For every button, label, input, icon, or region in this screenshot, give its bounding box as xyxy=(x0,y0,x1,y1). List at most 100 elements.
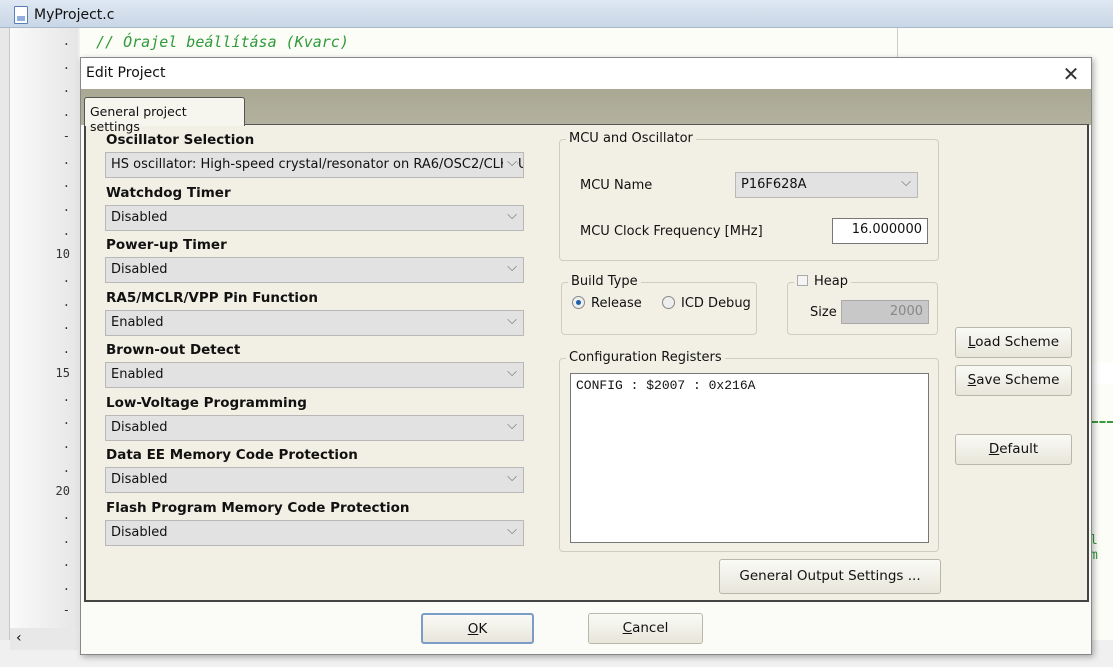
line-gutter: .... -.... 10.... 15.... 20.... - xyxy=(10,28,78,640)
field-select[interactable]: HS oscillator: High-speed crystal/resona… xyxy=(105,152,524,178)
field-label: Flash Program Memory Code Protection xyxy=(106,499,410,516)
line-number: . xyxy=(62,176,70,191)
scroll-left-icon[interactable]: ‹ xyxy=(16,630,22,646)
checkbox-icon xyxy=(797,275,808,286)
icd-debug-label: ICD Debug xyxy=(681,296,751,311)
label: K xyxy=(478,621,488,637)
code-fragment: l m xyxy=(1090,533,1098,563)
mnemonic: D xyxy=(988,441,1000,457)
line-number: . xyxy=(62,271,70,285)
label: ancel xyxy=(632,620,669,636)
field-label: Power-up Timer xyxy=(106,237,227,253)
line-number: 20 xyxy=(55,484,70,499)
chevron-down-icon: ⌵ xyxy=(897,175,911,190)
radio-selected-icon xyxy=(572,296,585,309)
mnemonic: C xyxy=(622,620,633,636)
line-number: . xyxy=(62,199,70,214)
mcu-name-label: MCU Name xyxy=(580,178,653,193)
current-line-highlight xyxy=(1092,362,1113,384)
line-number: 10 xyxy=(55,247,70,262)
field-select[interactable]: Disabled ⌵ xyxy=(105,519,524,546)
cancel-button[interactable]: Cancel xyxy=(588,613,703,644)
line-number: . xyxy=(62,460,70,475)
mcu-frequency-input[interactable]: 16.000000 xyxy=(832,218,928,244)
heap-size-input[interactable]: 2000 xyxy=(841,300,929,324)
group-title: Build Type xyxy=(568,274,641,289)
left-edge xyxy=(0,28,10,640)
code-comment: // Órajel beállítása (Kvarc) xyxy=(96,33,349,51)
field-value: Enabled xyxy=(111,314,164,330)
label: efault xyxy=(999,441,1039,457)
chevron-down-icon: ⌵ xyxy=(503,155,517,170)
build-type-group: Build Type Release ICD Debug xyxy=(561,274,757,335)
icd-debug-radio[interactable]: ICD Debug xyxy=(662,296,751,311)
label: ave Scheme xyxy=(976,372,1060,388)
field-value: HS oscillator: High-speed crystal/resona… xyxy=(111,157,524,172)
line-number: . xyxy=(62,436,70,451)
chevron-down-icon: ⌵ xyxy=(503,522,517,538)
ok-button[interactable]: OK xyxy=(421,613,534,644)
field-value: Disabled xyxy=(111,209,168,225)
field-value: Disabled xyxy=(111,524,168,540)
load-scheme-button[interactable]: Load Scheme xyxy=(955,327,1072,358)
settings-panel: Oscillator Selection HS oscillator: High-… xyxy=(84,124,1089,602)
line-number: . xyxy=(62,579,70,594)
close-icon[interactable]: ✕ xyxy=(1059,62,1083,86)
chevron-down-icon: ⌵ xyxy=(503,365,517,380)
general-output-settings-button[interactable]: General Output Settings ... xyxy=(719,559,941,594)
default-button[interactable]: Default xyxy=(955,434,1072,465)
heap-group: Heap Size 2000 xyxy=(787,274,938,335)
dialog-title: Edit Project xyxy=(86,65,166,81)
field-select[interactable]: Disabled ⌵ xyxy=(105,257,524,283)
dialog-title-bar[interactable]: Edit Project ✕ xyxy=(81,58,1091,89)
field-value: Disabled xyxy=(111,472,168,487)
line-number: . xyxy=(62,57,70,72)
chevron-down-icon: ⌵ xyxy=(503,417,517,433)
mcu-oscillator-group: MCU and Oscillator MCU Name P16F628A ⌵ MC… xyxy=(559,131,939,261)
chevron-down-icon: ⌵ xyxy=(503,207,517,223)
save-scheme-button[interactable]: Save Scheme xyxy=(955,365,1072,396)
line-number: . xyxy=(62,81,70,96)
chevron-down-icon: ⌵ xyxy=(503,260,517,275)
configuration-registers-group: Configuration Registers CONFIG : $2007 :… xyxy=(559,350,939,552)
horizontal-scrollbar[interactable]: ‹ xyxy=(10,628,78,650)
release-radio[interactable]: Release xyxy=(572,296,642,311)
field-value: Enabled xyxy=(111,367,164,382)
edit-project-dialog: Edit Project ✕ General project settings … xyxy=(80,57,1092,655)
line-number: . xyxy=(62,34,70,48)
field-label: Brown-out Detect xyxy=(106,342,241,358)
line-number: - xyxy=(62,128,70,143)
field-value: Disabled xyxy=(111,262,168,277)
line-number: . xyxy=(62,152,70,167)
field-select[interactable]: Enabled ⌵ xyxy=(105,309,524,336)
margin-line xyxy=(897,28,898,58)
heap-size-label: Size xyxy=(810,305,837,320)
field-label: Low-Voltage Programming xyxy=(106,394,307,411)
field-select[interactable]: Disabled ⌵ xyxy=(105,414,524,441)
group-title: MCU and Oscillator xyxy=(566,131,696,146)
field-label: RA5/MCLR/VPP Pin Function xyxy=(106,289,318,306)
field-value: Disabled xyxy=(111,419,168,435)
line-number: - xyxy=(62,602,70,617)
field-select[interactable]: Enabled ⌵ xyxy=(105,362,524,388)
line-number: . xyxy=(62,413,70,428)
line-number: . xyxy=(62,508,70,522)
radio-icon xyxy=(662,296,675,309)
editor-tab-bar: MyProject.c xyxy=(0,0,1113,28)
tab-general-project-settings[interactable]: General project settings xyxy=(84,97,245,134)
line-number: . xyxy=(62,105,70,120)
configuration-registers-text[interactable]: CONFIG : $2007 : 0x216A xyxy=(570,373,929,543)
group-title: Configuration Registers xyxy=(566,350,725,365)
line-number: . xyxy=(62,555,70,570)
mnemonic: O xyxy=(467,621,479,637)
field-select[interactable]: Disabled ⌵ xyxy=(105,467,524,493)
field-select[interactable]: Disabled ⌵ xyxy=(105,204,524,231)
mcu-name-select[interactable]: P16F628A ⌵ xyxy=(735,172,918,198)
line-number: . xyxy=(62,318,70,333)
file-tab[interactable]: MyProject.c xyxy=(10,2,124,28)
file-icon xyxy=(14,6,28,24)
line-number: . xyxy=(62,531,70,546)
heap-checkbox[interactable]: Heap xyxy=(794,274,851,289)
field-label: Oscillator Selection xyxy=(106,132,255,148)
separator-line xyxy=(1092,421,1113,423)
